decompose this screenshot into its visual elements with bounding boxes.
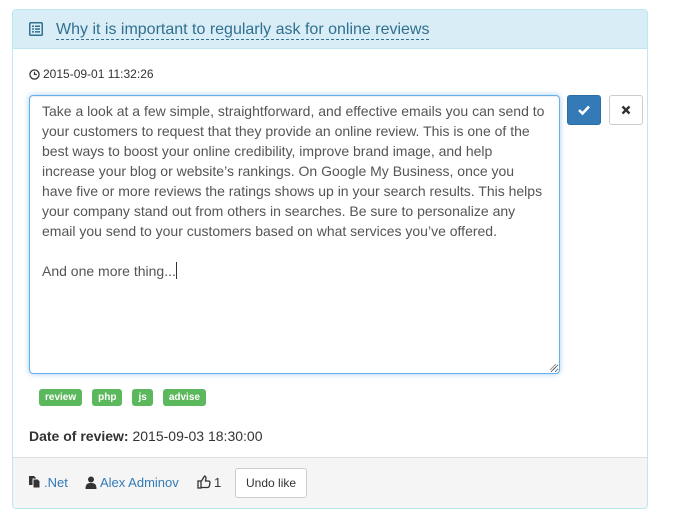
tag-list: review php js advise: [39, 387, 216, 406]
likes-item: 1: [197, 475, 221, 491]
author-link[interactable]: Alex Adminov: [100, 475, 179, 490]
post-timestamp: 2015-09-01 11:32:26: [29, 67, 154, 81]
body-paragraph-text: And one more thing...: [42, 263, 176, 279]
files-icon: [29, 476, 41, 489]
author-item: Alex Adminov: [85, 475, 179, 491]
timestamp-text: 2015-09-01 11:32:26: [43, 67, 154, 81]
likes-count: 1: [214, 475, 222, 490]
post-body-textarea[interactable]: Take a look at a few simple, straightfor…: [29, 95, 560, 374]
review-date-label: Date of review:: [29, 428, 129, 444]
category-item: .Net: [28, 475, 68, 491]
review-panel: Why it is important to regularly ask for…: [12, 9, 648, 509]
review-date: Date of review: 2015-09-03 18:30:00: [29, 428, 262, 444]
tag-advise[interactable]: advise: [162, 389, 206, 406]
category-link[interactable]: .Net: [44, 475, 68, 490]
post-title-editable[interactable]: Why it is important to regularly ask for…: [56, 20, 430, 40]
tag-php[interactable]: php: [92, 389, 123, 406]
tag-review[interactable]: review: [39, 389, 83, 406]
body-paragraph: And one more thing...: [42, 261, 547, 281]
tag-js[interactable]: js: [132, 389, 153, 406]
confirm-button[interactable]: [567, 95, 601, 125]
clock-icon: [29, 69, 40, 80]
list-icon: [29, 22, 43, 36]
panel-footer: .Net Alex Adminov 1 Undo like: [13, 457, 647, 508]
checkmark-icon: [578, 105, 590, 116]
review-date-value: 2015-09-03 18:30:00: [132, 428, 263, 444]
user-icon: [85, 476, 97, 489]
thumbs-up-icon: [197, 475, 211, 489]
close-icon: [621, 105, 631, 115]
body-paragraph: Take a look at a few simple, straightfor…: [42, 103, 545, 239]
undo-like-button[interactable]: Undo like: [235, 468, 308, 498]
resize-handle-icon[interactable]: [549, 363, 557, 371]
text-caret: [175, 262, 177, 279]
cancel-button[interactable]: [609, 95, 643, 125]
panel-heading: Why it is important to regularly ask for…: [13, 10, 647, 49]
